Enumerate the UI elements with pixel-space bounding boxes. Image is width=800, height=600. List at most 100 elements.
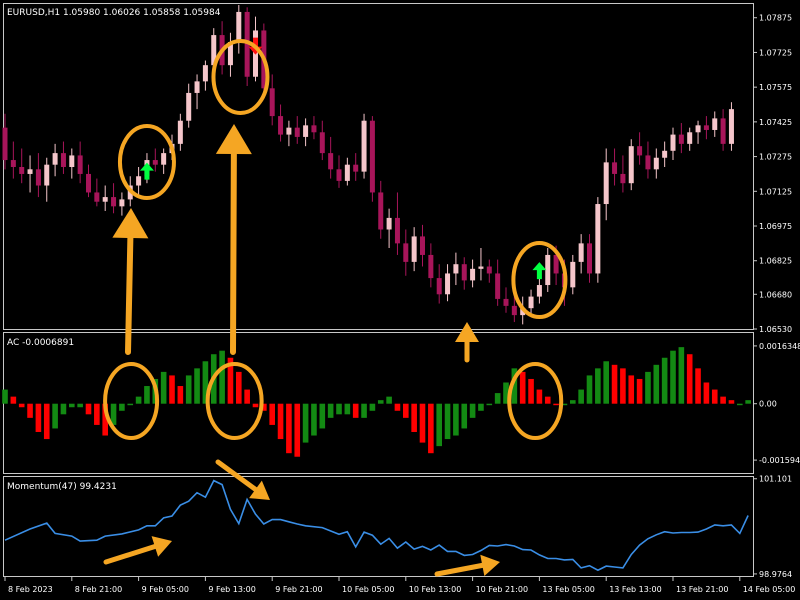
ac-bar[interactable] [628,375,635,404]
ac-bar[interactable] [745,400,751,404]
ac-bar[interactable] [678,347,685,404]
ac-bar[interactable] [352,403,359,418]
ac-bar[interactable] [236,371,242,404]
ac-bar[interactable] [43,403,50,440]
ac-bar[interactable] [194,368,200,404]
candle-body [503,298,509,306]
ac-bar[interactable] [311,403,317,436]
ac-bar[interactable] [294,403,301,457]
candle-body [269,88,275,117]
ac-bar[interactable] [185,375,192,404]
ac-bar[interactable] [27,403,33,418]
ac-bar[interactable] [469,403,476,418]
time-axis-label: 13 Feb 05:00 [542,585,594,594]
ac-bar[interactable] [411,403,417,432]
ac-bar[interactable] [544,396,551,404]
ac-bar[interactable] [119,403,125,411]
ac-bar[interactable] [419,403,426,443]
ac-bar[interactable] [327,403,334,418]
ac-bar[interactable] [728,400,735,404]
candle[interactable] [369,116,375,202]
ac-bar[interactable] [428,403,434,454]
ac-bar[interactable] [595,368,601,404]
chart-background [0,0,800,600]
ac-bar[interactable] [586,375,593,404]
ac-bar[interactable] [620,368,626,404]
ac-bar[interactable] [737,403,743,406]
ac-bar[interactable] [578,389,584,404]
ac-bar[interactable] [444,403,451,440]
ac-bar[interactable] [720,396,726,404]
ac-bar[interactable] [69,403,75,408]
ac-bar[interactable] [219,350,225,404]
ac-bar[interactable] [386,396,392,404]
ac-bar[interactable] [703,382,710,404]
ac-bar[interactable] [135,396,142,404]
ac-bar[interactable] [670,350,676,404]
ac-bar[interactable] [286,403,292,454]
ac-bar[interactable] [2,389,8,404]
ac-bar[interactable] [369,403,376,411]
ac-bar[interactable] [144,386,150,404]
ac-bar[interactable] [169,375,175,404]
ac-bar[interactable] [536,389,543,404]
ac-bar[interactable] [244,389,250,404]
ac-bar[interactable] [519,371,526,404]
ac-bar[interactable] [528,378,534,404]
chart-window[interactable]: 1.07875 1.07725 1.07575 1.07425 1.07275 1.071… [0,0,800,600]
ac-bar[interactable] [645,371,651,404]
ac-bar[interactable] [52,403,58,429]
candle-body [319,132,325,154]
ac-bar[interactable] [344,403,351,415]
ac-bar[interactable] [94,403,100,425]
ac-bar[interactable] [377,400,384,404]
candle-body [286,127,292,135]
ac-bar[interactable] [18,403,25,408]
ac-bar[interactable] [653,364,660,404]
ac-bar[interactable] [570,400,576,404]
ac-bar[interactable] [711,389,718,404]
candle-body [653,157,659,170]
ac-bar[interactable] [553,403,559,406]
ac-bar[interactable] [436,403,442,447]
ac-bar[interactable] [361,403,367,418]
ac-bar[interactable] [336,403,342,415]
ac-bar[interactable] [127,403,134,406]
ac-bar[interactable] [661,357,668,404]
candle-body [35,169,41,186]
ac-bar[interactable] [160,371,167,404]
ac-bar[interactable] [252,403,259,408]
candle-body [177,120,183,144]
ac-bar[interactable] [453,403,459,436]
ac-bar[interactable] [461,403,468,429]
ac-bar[interactable] [494,393,501,404]
candle[interactable] [628,139,634,191]
time-axis-label: 14 Feb 05:00 [743,585,795,594]
ac-bar[interactable] [10,396,17,404]
ac-axis-label: 0.0016348 [759,342,800,351]
ac-bar[interactable] [35,403,42,432]
ac-bar[interactable] [177,386,184,404]
ac-bar[interactable] [403,403,409,418]
ac-bar[interactable] [686,354,693,404]
candle[interactable] [728,102,734,151]
ac-bar[interactable] [611,364,618,404]
ac-bar[interactable] [478,403,484,411]
ac-bar[interactable] [695,368,701,404]
candle-body [19,167,25,174]
momentum-axis-label: 101.101 [759,475,792,484]
ac-bar[interactable] [394,403,401,411]
ac-bar[interactable] [85,403,92,415]
ac-bar[interactable] [277,403,284,440]
ac-bar[interactable] [319,403,326,429]
ac-bar[interactable] [603,361,609,404]
ac-bar[interactable] [269,403,275,425]
candle[interactable] [361,113,367,179]
ac-bar[interactable] [486,403,493,406]
ac-bar[interactable] [77,403,83,408]
ac-bar[interactable] [636,378,643,404]
ac-bar[interactable] [60,403,67,415]
candle[interactable] [595,197,601,283]
ac-bar[interactable] [302,403,309,443]
candle-body [511,305,517,316]
